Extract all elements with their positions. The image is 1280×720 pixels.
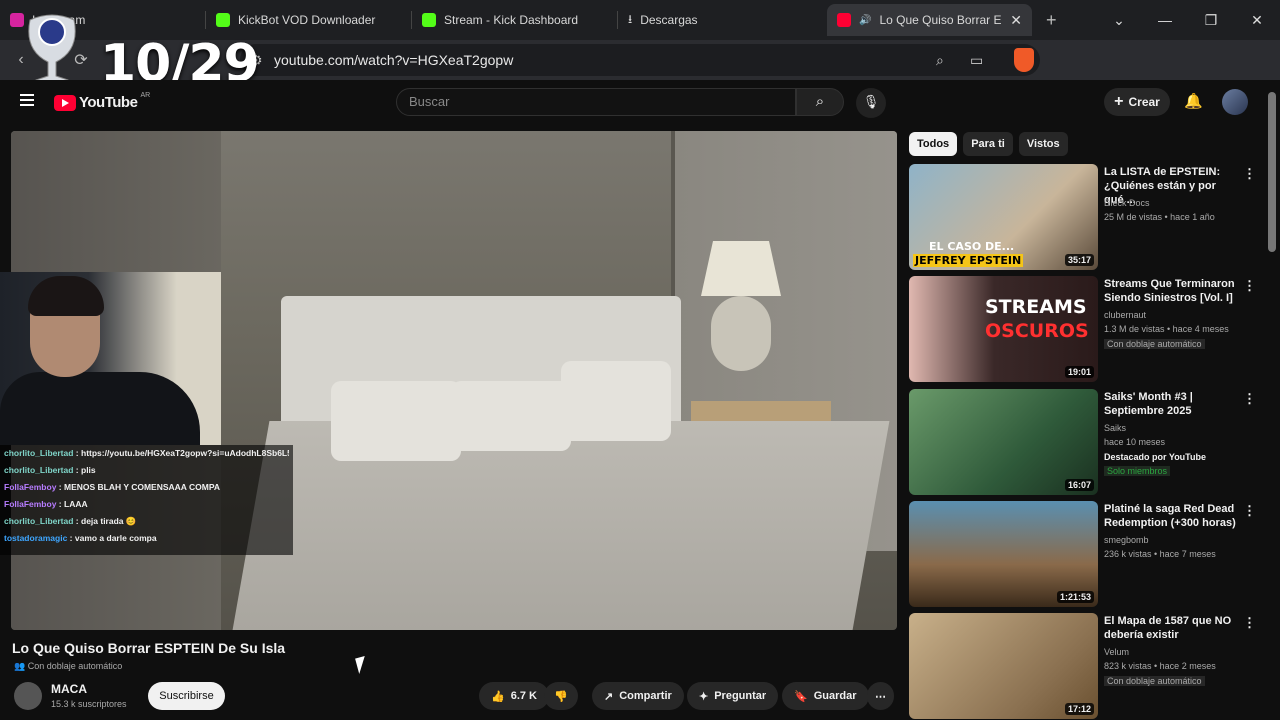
window-controls: ⌄ — ❐ ✕ bbox=[1096, 0, 1280, 40]
brave-shield-icon[interactable] bbox=[1014, 48, 1034, 72]
chip-vistos[interactable]: Vistos bbox=[1018, 132, 1068, 156]
dislike-button[interactable]: 👎 bbox=[544, 682, 578, 710]
save-button[interactable]: 🔖 Guardar bbox=[782, 682, 869, 710]
tab-youtube-active[interactable]: 🔊 Lo Que Quiso Borrar E ✕ bbox=[827, 4, 1032, 36]
cast-icon[interactable]: ▭ bbox=[970, 52, 983, 69]
youtube-header: YouTube AR Buscar ⌕ 🎙 + Crear 🔔 bbox=[0, 80, 1280, 124]
search-icon: ⌕ bbox=[815, 93, 825, 110]
notifications-icon[interactable]: 🔔 bbox=[1184, 92, 1203, 110]
share-button[interactable]: ↗ Compartir bbox=[592, 682, 684, 710]
youtube-tab-icon bbox=[837, 13, 851, 27]
maximize-icon[interactable]: ❐ bbox=[1188, 12, 1234, 29]
url-field[interactable]: ⚙ youtube.com/watch?v=HGXeaT2gopw ⌕ ▭ bbox=[240, 44, 1040, 76]
recommendation-item[interactable]: 17:12 El Mapa de 1587 que NO debería exi… bbox=[909, 613, 1269, 719]
voice-search-button[interactable]: 🎙 bbox=[856, 88, 886, 118]
more-options-icon[interactable]: ⋮ bbox=[1243, 615, 1256, 631]
tab-kickbot[interactable]: KickBot VOD Downloader bbox=[206, 4, 411, 36]
streamer-webcam bbox=[0, 272, 221, 445]
bookmark-icon: 🔖 bbox=[794, 690, 808, 703]
recommendation-item[interactable]: 16:07 Saiks' Month #3 | Septiembre 2025 … bbox=[909, 389, 1269, 495]
more-options-icon[interactable]: ⋮ bbox=[1243, 278, 1256, 294]
more-options-icon[interactable]: ⋮ bbox=[1243, 166, 1256, 182]
user-avatar[interactable] bbox=[1222, 89, 1248, 115]
ask-button[interactable]: ✦ Preguntar bbox=[687, 682, 779, 710]
recommendation-item[interactable]: STREAMS OSCUROS 19:01 Streams Que Termin… bbox=[909, 276, 1269, 382]
subscriber-count: 15.3 k suscriptores bbox=[51, 699, 127, 709]
stream-chat: chorlito_Libertad : https://youtu.be/HGX… bbox=[0, 445, 293, 555]
video-thumbnail[interactable]: 17:12 bbox=[909, 613, 1098, 719]
thumbs-up-icon: 👍 bbox=[491, 690, 505, 703]
video-thumbnail[interactable]: STREAMS OSCUROS 19:01 bbox=[909, 276, 1098, 382]
search-input[interactable]: Buscar bbox=[396, 88, 796, 116]
kick-icon bbox=[422, 13, 436, 27]
video-title: Lo Que Quiso Borrar ESPTEIN De Su Isla bbox=[12, 640, 286, 656]
share-icon: ↗ bbox=[604, 690, 614, 703]
close-window-icon[interactable]: ✕ bbox=[1234, 12, 1280, 29]
chat-message: FollaFemboy : LAAA bbox=[4, 499, 88, 509]
sparkle-icon: ✦ bbox=[699, 690, 709, 703]
download-icon: ⭳ bbox=[628, 11, 633, 26]
recommendation-item[interactable]: 1:21:53 Platiné la saga Red Dead Redempt… bbox=[909, 501, 1269, 607]
zoom-icon[interactable]: ⌕ bbox=[936, 52, 944, 69]
more-options-icon[interactable]: ⋮ bbox=[1243, 391, 1256, 407]
like-button[interactable]: 👍 6.7 K bbox=[479, 682, 549, 710]
chat-message: FollaFemboy : MENOS BLAH Y COMENSAAA COM… bbox=[4, 482, 221, 492]
more-icon: ⋯ bbox=[875, 690, 886, 703]
mic-icon: 🎙 bbox=[862, 94, 880, 109]
speaker-icon: 🔊 bbox=[859, 14, 872, 26]
tab-search-icon[interactable]: ⌄ bbox=[1096, 12, 1142, 29]
more-options-icon[interactable]: ⋮ bbox=[1243, 503, 1256, 519]
chip-para-ti[interactable]: Para ti bbox=[963, 132, 1013, 156]
channel-avatar[interactable] bbox=[14, 682, 42, 710]
youtube-logo[interactable]: YouTube AR bbox=[54, 92, 150, 111]
video-thumbnail[interactable]: 16:07 bbox=[909, 389, 1098, 495]
channel-name[interactable]: MACA bbox=[51, 682, 87, 696]
chat-message: chorlito_Libertad : https://youtu.be/HGX… bbox=[4, 448, 289, 458]
plus-icon: + bbox=[1114, 93, 1124, 110]
search-button[interactable]: ⌕ bbox=[796, 88, 844, 116]
kickbot-icon bbox=[216, 13, 230, 27]
more-actions-button[interactable]: ⋯ bbox=[867, 682, 894, 710]
filter-chips: Todos Para ti Vistos bbox=[909, 132, 1068, 156]
video-thumbnail[interactable]: 1:21:53 bbox=[909, 501, 1098, 607]
chat-message: chorlito_Libertad : plis bbox=[4, 465, 96, 475]
youtube-play-icon bbox=[54, 94, 76, 111]
tab-downloads[interactable]: ⭳ Descargas bbox=[618, 4, 823, 36]
minimize-icon[interactable]: — bbox=[1142, 12, 1188, 28]
mouse-cursor bbox=[355, 655, 369, 675]
thumbs-down-icon: 👎 bbox=[554, 690, 568, 703]
page-scrollbar[interactable] bbox=[1268, 92, 1276, 252]
tab-kick-dashboard[interactable]: Stream - Kick Dashboard bbox=[412, 4, 617, 36]
chip-todos[interactable]: Todos bbox=[909, 132, 958, 156]
recommendation-item[interactable]: EL CASO DE... JEFFREY EPSTEIN 35:17 La L… bbox=[909, 164, 1269, 270]
hamburger-menu-icon[interactable] bbox=[20, 94, 34, 106]
dub-label: 👥 Con doblaje automático bbox=[14, 661, 123, 671]
create-button[interactable]: + Crear bbox=[1104, 88, 1170, 116]
chat-message: tostadoramagic : vamo a darle compa bbox=[4, 533, 157, 543]
video-thumbnail[interactable]: EL CASO DE... JEFFREY EPSTEIN 35:17 bbox=[909, 164, 1098, 270]
new-tab-icon[interactable]: + bbox=[1046, 10, 1057, 31]
chat-message: chorlito_Libertad : deja tirada 😊 bbox=[4, 516, 137, 526]
subscribe-button[interactable]: Suscribirse bbox=[148, 682, 225, 710]
close-tab-icon[interactable]: ✕ bbox=[1010, 12, 1022, 29]
